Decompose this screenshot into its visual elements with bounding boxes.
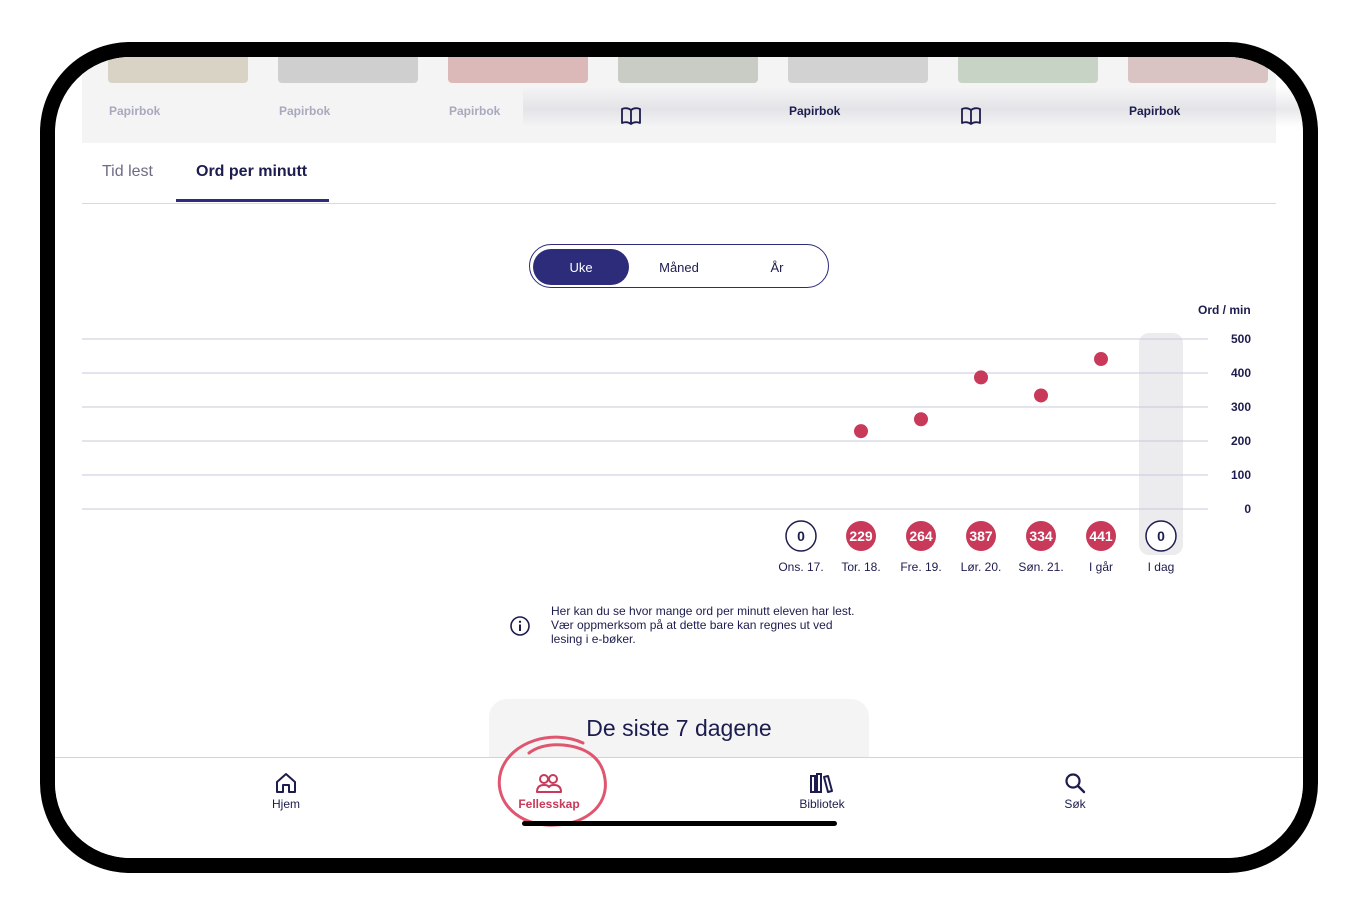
value-label: 441 xyxy=(1089,528,1113,544)
y-tick-label: 200 xyxy=(1231,434,1251,448)
data-point xyxy=(1094,352,1108,367)
period-year-button[interactable]: År xyxy=(729,249,825,285)
nav-library[interactable]: Bibliotek xyxy=(772,772,872,811)
data-point xyxy=(914,412,928,427)
highlight-circle-annotation xyxy=(497,735,607,827)
y-tick-label: 300 xyxy=(1231,400,1251,414)
stats-tabs: Tid lest Ord per minutt xyxy=(82,143,1276,204)
y-axis-label: Ord / min xyxy=(1198,303,1251,317)
book-cover[interactable] xyxy=(108,57,248,83)
library-icon xyxy=(810,773,833,793)
open-book-icon xyxy=(621,107,641,125)
nav-search[interactable]: Søk xyxy=(1025,772,1125,811)
value-label: 387 xyxy=(969,528,993,544)
book-format-label: Papirbok xyxy=(789,104,841,118)
nav-search-label: Søk xyxy=(1064,797,1086,811)
chart-canvas: 0 100 200 300 400 500 0 Ons. 17. 229 Tor. 18. 264 F… xyxy=(82,332,1251,574)
info-text-line: Her kan du se hvor mange ord per minutt … xyxy=(551,604,855,618)
y-tick-label: 0 xyxy=(1244,502,1251,516)
info-text-line: Vær oppmerksom på at dette bare kan regn… xyxy=(551,618,833,632)
bottom-navigation: Hjem Fellesskap Bibliotek Søk xyxy=(55,757,1303,858)
book-cover[interactable] xyxy=(618,57,758,83)
book-cover[interactable] xyxy=(1128,57,1268,83)
home-indicator xyxy=(522,821,837,826)
value-label: 229 xyxy=(849,528,873,544)
x-tick-label: I dag xyxy=(1148,560,1175,574)
x-tick-label: I går xyxy=(1089,560,1113,574)
y-tick-label: 100 xyxy=(1231,468,1251,482)
search-icon xyxy=(1065,773,1086,794)
data-point xyxy=(854,424,868,439)
nav-home[interactable]: Hjem xyxy=(236,772,336,811)
book-format-label: Papirbok xyxy=(449,104,501,118)
book-format-label: Papirbok xyxy=(1129,104,1181,118)
book-format-label: Papirbok xyxy=(109,104,161,118)
data-point xyxy=(1034,388,1048,403)
open-book-icon xyxy=(961,107,981,125)
value-label: 0 xyxy=(797,528,805,544)
x-tick-label: Ons. 17. xyxy=(778,560,823,574)
info-icon xyxy=(510,616,530,636)
nav-home-label: Hjem xyxy=(271,797,300,811)
x-tick-label: Lør. 20. xyxy=(961,560,1002,574)
home-icon xyxy=(276,773,296,793)
info-text-line: lesing i e-bøker. xyxy=(551,632,636,646)
nav-library-label: Bibliotek xyxy=(799,797,845,811)
tab-time-read[interactable]: Tid lest xyxy=(102,163,153,181)
active-tab-indicator xyxy=(176,199,329,202)
book-cover[interactable] xyxy=(958,57,1098,83)
value-label: 334 xyxy=(1029,528,1053,544)
value-label: 0 xyxy=(1157,528,1165,544)
app-screen: Papirbok Papirbok Papirbok Papirbok Papi… xyxy=(55,57,1303,858)
period-week-button[interactable]: Uke xyxy=(533,249,629,285)
x-tick-label: Søn. 21. xyxy=(1018,560,1063,574)
data-point xyxy=(974,370,988,385)
period-toggle: Uke Måned År xyxy=(529,244,829,288)
book-carousel[interactable]: Papirbok Papirbok Papirbok Papirbok Papi… xyxy=(82,57,1303,143)
book-format-label: Papirbok xyxy=(279,104,331,118)
book-cover[interactable] xyxy=(278,57,418,83)
value-label: 264 xyxy=(909,528,933,544)
book-cover[interactable] xyxy=(788,57,928,83)
info-text: Her kan du se hvor mange ord per minutt … xyxy=(551,604,871,646)
y-tick-label: 500 xyxy=(1231,332,1251,346)
tab-words-per-minute[interactable]: Ord per minutt xyxy=(196,163,307,181)
book-cover[interactable] xyxy=(448,57,588,83)
x-tick-label: Fre. 19. xyxy=(900,560,941,574)
y-tick-label: 400 xyxy=(1231,366,1251,380)
x-tick-label: Tor. 18. xyxy=(841,560,880,574)
words-per-minute-chart: Ord / min 0 100 200 300 400 500 0 Ons. 17. 229 To… xyxy=(55,297,1303,597)
period-month-button[interactable]: Måned xyxy=(631,249,727,285)
